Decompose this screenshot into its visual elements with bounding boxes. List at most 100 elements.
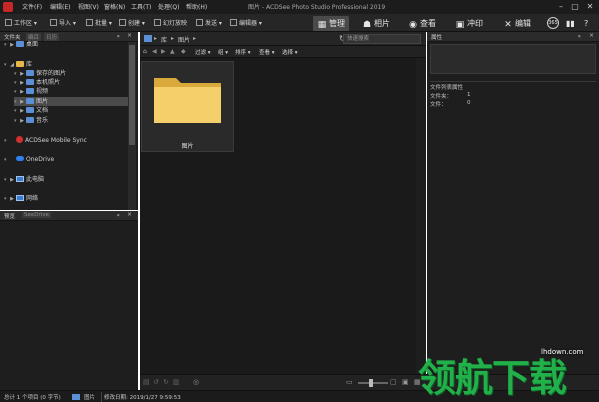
scrollbar-thumb[interactable] xyxy=(129,45,135,145)
tree-item-pictures[interactable]: ▾ ▶ 图片 xyxy=(14,97,128,106)
preview-panel-header: 预览 SeeDrive ᵩ × xyxy=(0,211,138,221)
close-icon[interactable]: × xyxy=(589,32,594,39)
home-icon[interactable]: ⌂ xyxy=(143,48,147,55)
breadcrumb-separator: ▸ xyxy=(154,35,158,42)
acdsee-logo-icon[interactable] xyxy=(3,2,13,12)
view-label: 查看 xyxy=(259,50,271,56)
view-menu[interactable]: 查看 ▾ xyxy=(259,48,275,56)
mode-photos-button[interactable]: ☗ 相片 xyxy=(362,16,390,31)
menu-edit[interactable]: 编辑(E) xyxy=(50,2,70,11)
rotate-left-icon[interactable]: ↺ xyxy=(153,378,159,386)
sort-menu[interactable]: 排序 ▾ xyxy=(235,48,251,56)
rotate-right-icon[interactable]: ↻ xyxy=(163,378,169,386)
mode-view-button[interactable]: ◉ 查看 xyxy=(408,16,436,31)
group-label: 组 xyxy=(218,50,224,56)
mode-develop-label: 冲印 xyxy=(467,19,483,28)
mode-manage-button[interactable]: ▦ 管理 xyxy=(313,16,349,31)
tab-seedrive[interactable]: SeeDrive xyxy=(22,212,51,218)
tab-preview[interactable]: 预览 xyxy=(2,212,17,220)
editor-button[interactable]: 编辑器 ▾ xyxy=(230,18,262,27)
sort-label: 排序 xyxy=(235,50,247,56)
scrollbar[interactable] xyxy=(128,42,136,210)
properties-panel: 属性 ᵩ × 文件列表属性 文件夹： 1 文件： 0 xyxy=(427,32,599,374)
expand-icon[interactable]: ▶ xyxy=(9,41,15,50)
menu-pane[interactable]: 窗格(N) xyxy=(104,2,125,11)
quick-search-input[interactable]: 快速搜索 xyxy=(343,34,421,44)
expand-icon[interactable]: ▶ xyxy=(9,176,15,185)
eye-icon: ◉ xyxy=(409,20,417,30)
pin-icon[interactable]: ᵩ xyxy=(117,211,120,218)
mode-edit-button[interactable]: ✕ 编辑 xyxy=(503,16,531,31)
minimize-icon[interactable]: – xyxy=(556,1,566,12)
tree-item-camera-roll[interactable]: ▾ ▶ 本机照片 xyxy=(14,78,60,87)
scrollbar[interactable] xyxy=(416,58,426,374)
help-icon[interactable]: ? xyxy=(584,16,588,31)
library-icon xyxy=(16,61,24,67)
tree-item-library[interactable]: ▾ ◢ 库 xyxy=(4,60,32,69)
breadcrumb-library[interactable]: 库 xyxy=(161,35,167,44)
group-menu[interactable]: 组 ▾ xyxy=(218,48,228,56)
import-button[interactable]: 导入 ▾ xyxy=(50,18,76,27)
close-icon[interactable]: × xyxy=(127,32,132,39)
maximize-icon[interactable]: ▢ xyxy=(570,1,580,12)
expand-icon[interactable]: ▶ xyxy=(19,107,25,116)
pin-icon[interactable]: ᵩ xyxy=(117,32,120,39)
365-button[interactable]: 365 xyxy=(547,17,559,29)
batch-button[interactable]: 批量 ▾ xyxy=(86,18,112,27)
close-icon[interactable]: × xyxy=(127,211,132,218)
tree-item-mobile-sync[interactable]: ▾ ACDSee Mobile Sync xyxy=(4,136,87,145)
create-button[interactable]: 创建 ▾ xyxy=(119,18,145,27)
select-icon[interactable]: ▤ xyxy=(143,378,150,386)
filter-bar: ⌂ ◀ ▶ ▲ ◆ 过滤 ▾ 组 ▾ 排序 ▾ 查看 ▾ 选择 ▾ xyxy=(140,46,426,58)
menu-view[interactable]: 视图(V) xyxy=(78,2,99,11)
tree-label: 本机照片 xyxy=(36,79,61,86)
menu-tools[interactable]: 工具(T) xyxy=(131,2,151,11)
tree-item-onedrive[interactable]: ▾ OneDrive xyxy=(4,155,54,164)
divider xyxy=(430,81,596,82)
tree-item-music[interactable]: ▾ ▶ 音乐 xyxy=(14,116,48,125)
up-folder-icon[interactable]: ▲ xyxy=(170,48,175,55)
mode-photos-label: 相片 xyxy=(374,19,390,28)
tree-item-network[interactable]: ▾ ▶ 网络 xyxy=(4,194,38,203)
develop-icon: ▣ xyxy=(455,20,465,30)
forward-icon[interactable]: ▶ xyxy=(161,48,166,55)
tag-icon[interactable]: ◆ xyxy=(181,48,186,55)
pin-icon[interactable]: ᵩ xyxy=(578,32,581,39)
tab-calendar[interactable]: 日历 xyxy=(44,33,60,41)
back-icon[interactable]: ◀ xyxy=(152,48,157,55)
tree-label: 音乐 xyxy=(36,117,49,124)
tree-item-this-pc[interactable]: ▾ ▶ 此电脑 xyxy=(4,175,44,184)
zoom-slider[interactable] xyxy=(358,382,388,384)
tree-item-desktop[interactable]: ▾ ▶ 桌面 xyxy=(4,40,38,49)
filter-menu[interactable]: 过滤 ▾ xyxy=(195,48,211,56)
close-icon[interactable]: ✕ xyxy=(585,1,595,12)
zoom-in-icon[interactable]: ▢ xyxy=(390,378,397,386)
pin-icon[interactable]: ▾ xyxy=(4,137,9,146)
menu-process[interactable]: 处理(Q) xyxy=(158,2,179,11)
zoom-slider-handle[interactable] xyxy=(369,379,373,387)
expand-icon[interactable]: ▶ xyxy=(9,195,15,204)
create-icon xyxy=(119,19,126,26)
menu-file[interactable]: 文件(F) xyxy=(22,2,42,11)
auto-lens-icon[interactable]: ▥ xyxy=(173,378,180,386)
zoom-out-icon[interactable]: ▭ xyxy=(346,378,353,386)
tree-item-videos[interactable]: ▾ ▶ 视频 xyxy=(14,87,48,96)
send-button[interactable]: 发送 ▾ xyxy=(196,18,222,27)
tree-item-documents[interactable]: ▾ ▶ 文档 xyxy=(14,106,48,115)
slideshow-icon[interactable]: ◎ xyxy=(193,378,199,386)
folder-thumbnail[interactable] xyxy=(141,61,234,152)
tree-item-saved-pictures[interactable]: ▾ ▶ 保存的图片 xyxy=(14,69,66,78)
slideshow-button[interactable]: 幻灯放映 xyxy=(154,18,187,27)
view-mode-icon[interactable]: ▣ xyxy=(402,378,409,386)
dashboard-icon[interactable]: ▮▮ xyxy=(566,16,575,31)
workspace-button[interactable]: 工作区 ▾ xyxy=(5,18,37,27)
expand-icon[interactable]: ▶ xyxy=(19,88,25,97)
send-icon xyxy=(196,19,203,26)
mode-develop-button[interactable]: ▣ 冲印 xyxy=(455,16,483,31)
expand-icon[interactable]: ▶ xyxy=(19,117,25,126)
breadcrumb-pictures[interactable]: 图片 xyxy=(178,35,190,44)
select-menu[interactable]: 选择 ▾ xyxy=(282,48,298,56)
main-toolbar: 工作区 ▾ 导入 ▾ 批量 ▾ 创建 ▾ 幻灯放映 发送 ▾ 编辑器 ▾ ▦ 管理… xyxy=(0,14,599,32)
pin-icon[interactable]: ▾ xyxy=(4,156,9,165)
menu-help[interactable]: 帮助(H) xyxy=(186,2,207,11)
